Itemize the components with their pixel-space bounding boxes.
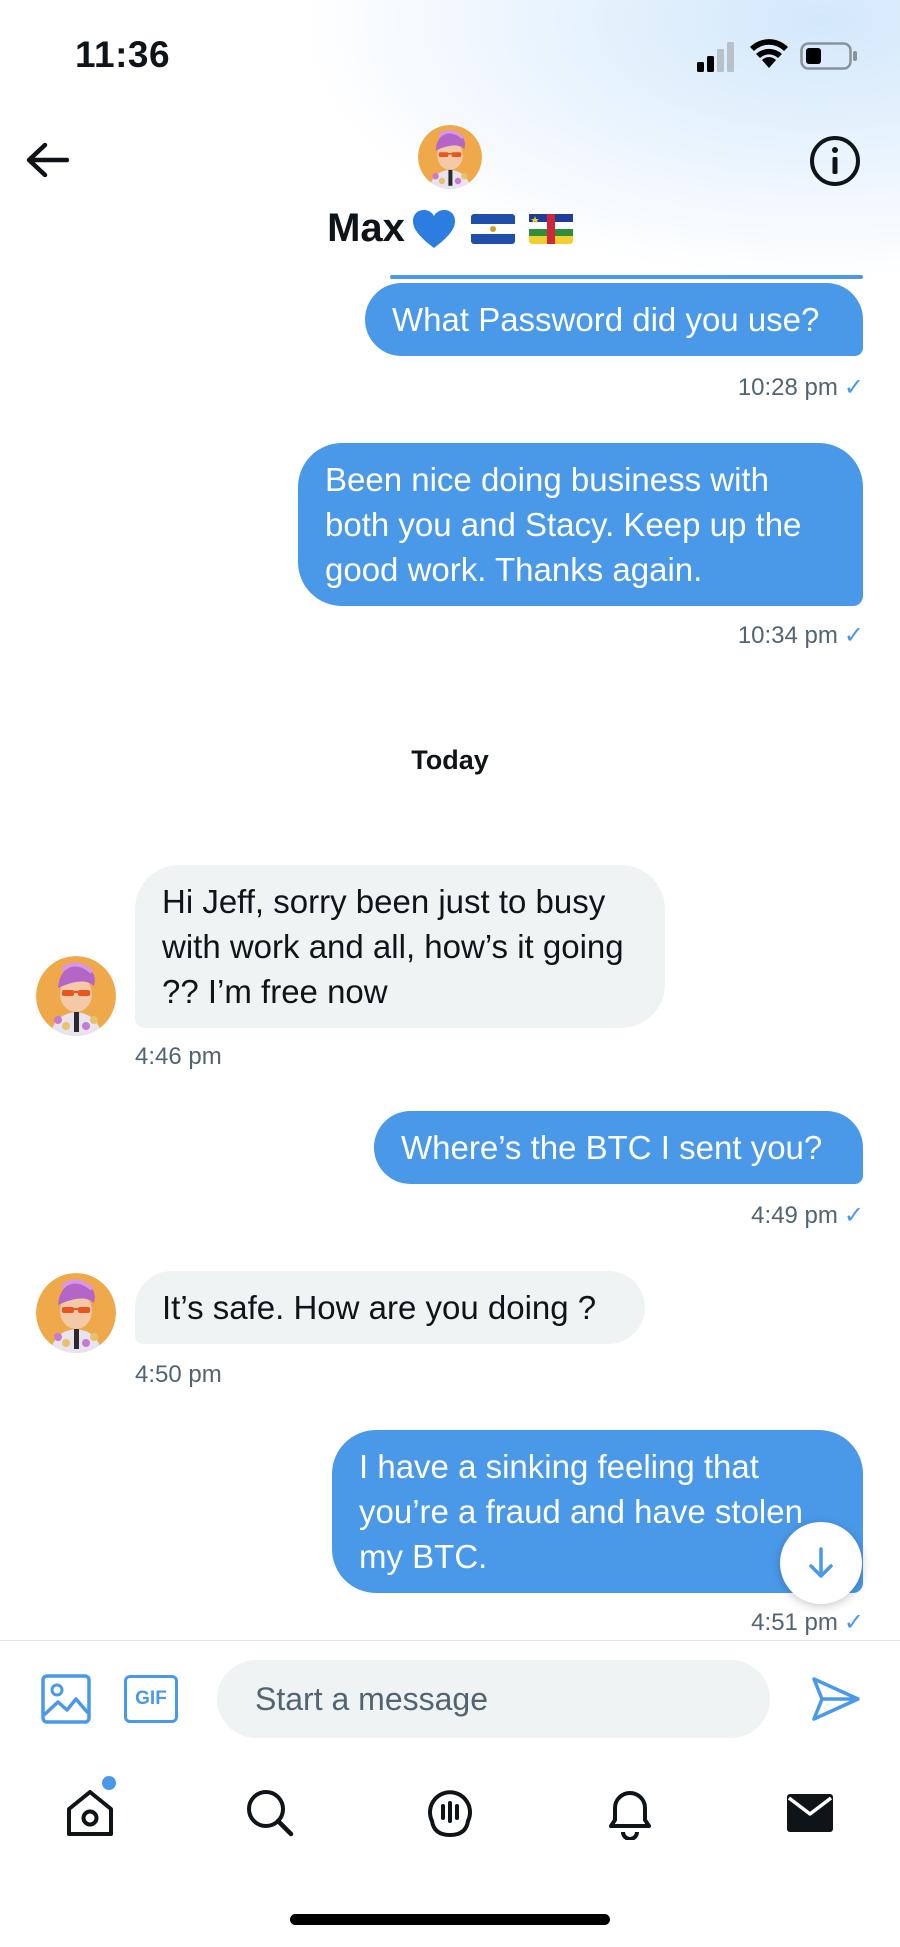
timestamp-text: 4:50 pm [135,1361,222,1388]
avatar-illustration [36,1273,116,1353]
send-icon [812,1677,860,1721]
sent-check-icon: ✓ [843,1609,864,1636]
sent-check-icon: ✓ [843,1202,864,1229]
message-list[interactable]: What Password did you use? 10:28 pm ✓ Bee… [0,275,900,1639]
search-icon [247,1790,294,1837]
sender-avatar[interactable] [36,1273,116,1353]
timestamp-text: 10:28 pm [737,374,838,401]
tab-spaces[interactable] [422,1785,478,1841]
message-text: Hi Jeff, sorry been just to busy with wo… [162,883,624,1010]
timestamp-text: 10:34 pm [737,622,838,649]
image-icon [41,1674,91,1724]
el-salvador-flag-icon [470,213,515,244]
sender-avatar[interactable] [36,956,116,1036]
tab-messages[interactable] [782,1785,838,1841]
message-timestamp: 10:34 pm ✓ [738,621,864,650]
blue-heart-icon [412,209,455,248]
message-timestamp: 4:49 pm ✓ [751,1201,864,1230]
message-text: What Password did you use? [392,301,820,338]
timestamp-text: 4:46 pm [135,1043,222,1070]
back-button[interactable] [22,135,72,185]
day-separator: Today [411,745,489,775]
message-timestamp: 4:51 pm ✓ [751,1608,864,1637]
message-bubble-incoming[interactable]: It’s safe. How are you doing ? [135,1271,645,1344]
send-button[interactable] [810,1673,862,1725]
tab-home[interactable] [62,1785,118,1841]
messages-icon [787,1794,833,1832]
home-icon [67,1790,113,1836]
status-bar: 11:36 [0,0,900,110]
arrow-left-icon [26,142,69,178]
message-timestamp: 4:50 pm [135,1361,222,1389]
contact-name: Max [327,206,405,250]
message-text: It’s safe. How are you doing ? [162,1289,597,1326]
message-bubble-outgoing[interactable]: Been nice doing business with both you a… [298,443,863,606]
central-african-republic-flag-icon [528,213,573,244]
add-gif-button[interactable]: GIF [124,1675,178,1723]
avatar-illustration [36,956,116,1036]
message-text: Where’s the BTC I sent you? [401,1129,823,1166]
cellular-signal-icon [697,42,734,72]
wifi-icon [750,39,788,68]
message-bubble-outgoing[interactable]: Where’s the BTC I sent you? [374,1111,863,1184]
message-timestamp: 4:46 pm [135,1043,222,1071]
battery-icon [800,42,857,70]
tab-search[interactable] [242,1785,298,1841]
timestamp-text: 4:51 pm [751,1609,838,1636]
avatar-illustration [418,125,482,189]
message-timestamp: 10:28 pm ✓ [738,373,864,402]
notifications-icon [609,1791,651,1840]
message-text: I have a sinking feeling that you’re a f… [359,1448,803,1575]
status-time: 11:36 [75,34,171,75]
contact-avatar[interactable] [418,125,482,189]
timestamp-text: 4:49 pm [751,1202,838,1229]
conversation-header: Max [0,110,900,275]
scroll-to-bottom-button[interactable] [780,1522,862,1604]
conversation-info-button[interactable] [808,134,862,188]
message-bubble-outgoing[interactable]: What Password did you use? [365,283,863,356]
bottom-tab-bar [0,1755,900,1885]
message-composer: GIF [0,1640,900,1755]
tab-notifications[interactable] [602,1785,658,1841]
previous-bubble-edge [390,275,863,279]
contact-name-row[interactable]: Max [0,206,900,251]
info-icon [810,136,860,186]
home-notification-dot [102,1776,116,1790]
spaces-icon [428,1790,472,1838]
home-indicator [290,1914,610,1925]
add-photo-button[interactable] [40,1673,92,1725]
sent-check-icon: ✓ [843,622,864,649]
message-input[interactable] [217,1660,770,1738]
sent-check-icon: ✓ [843,374,864,401]
arrow-down-icon [809,1547,833,1578]
message-bubble-incoming[interactable]: Hi Jeff, sorry been just to busy with wo… [135,865,665,1028]
message-text: Been nice doing business with both you a… [325,461,802,588]
